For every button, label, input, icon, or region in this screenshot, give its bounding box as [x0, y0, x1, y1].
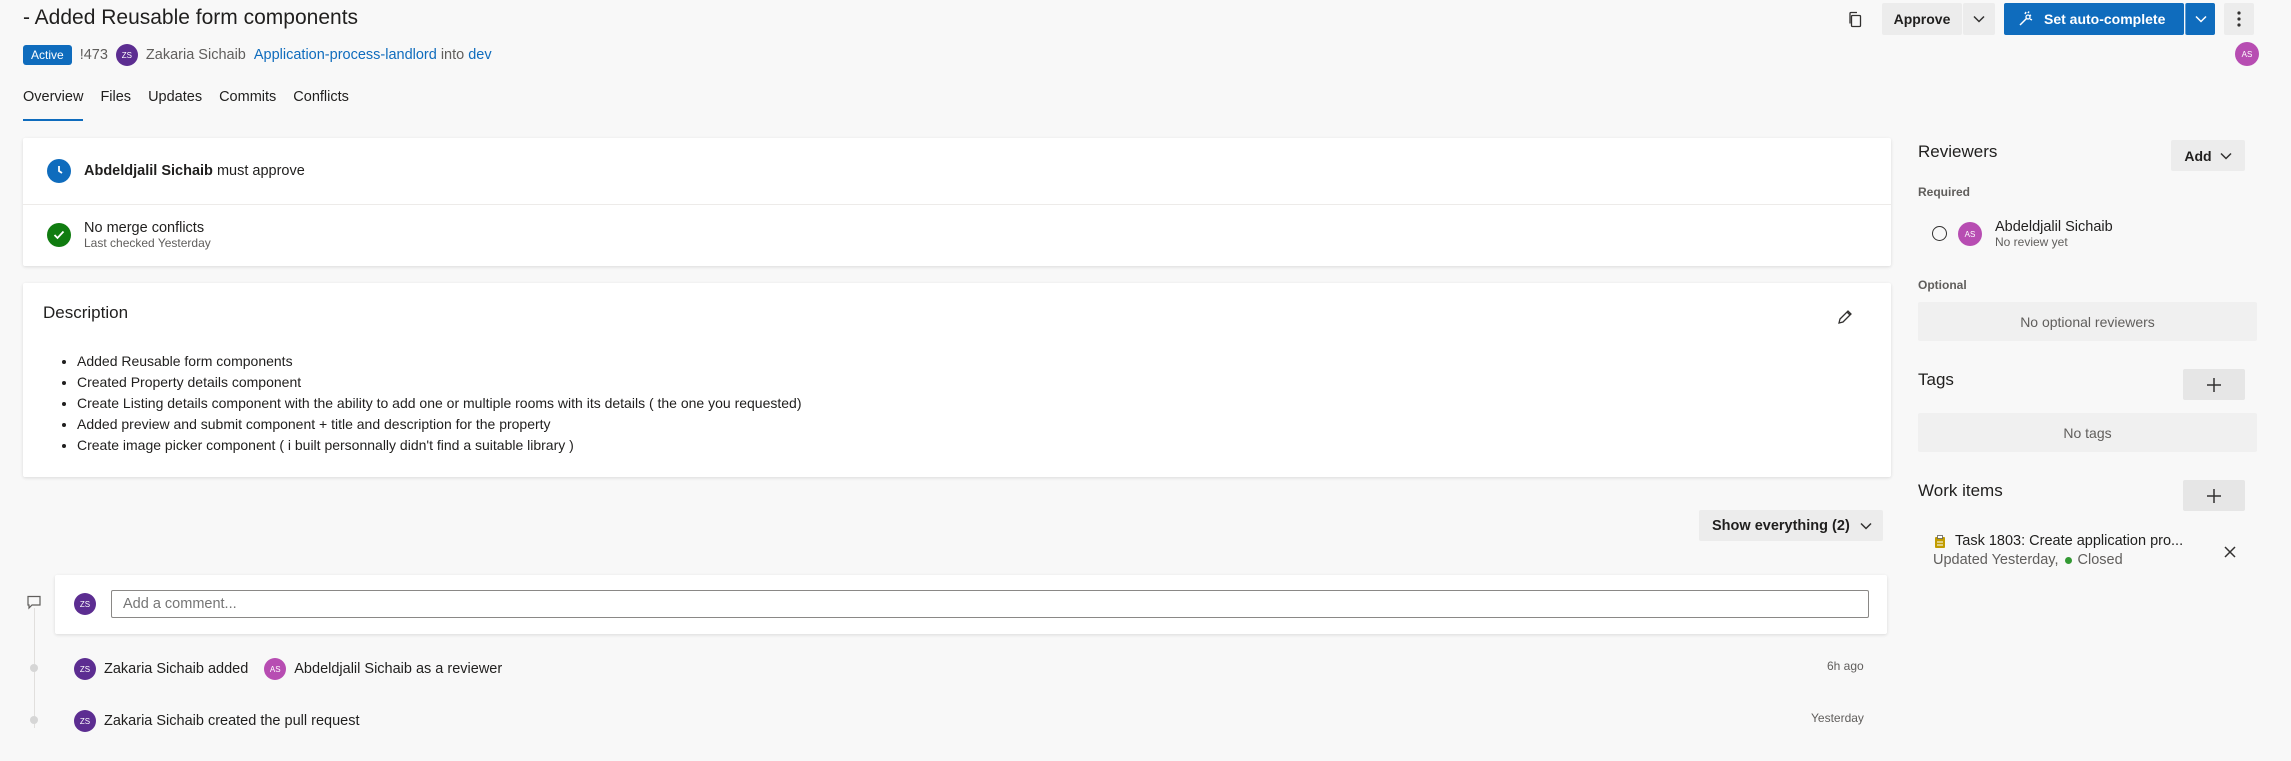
copy-icon[interactable] [1843, 7, 1867, 31]
activity-event: ZS Zakaria Sichaib created the pull requ… [74, 710, 359, 732]
event-time: 6h ago [1827, 659, 1864, 673]
event-text: created the pull request [207, 713, 360, 729]
chevron-down-icon [2220, 152, 2232, 160]
work-item-updated: Updated Yesterday, [1933, 552, 2059, 568]
approve-dropdown-button[interactable] [1963, 3, 1995, 35]
merge-check: No merge conflicts Last checked Yesterda… [47, 220, 211, 250]
approval-check: Abdeldjalil Sichaib must approve [47, 159, 305, 183]
optional-label: Optional [1918, 278, 1967, 292]
timeline-dot [30, 664, 38, 672]
no-tags: No tags [1918, 413, 2257, 452]
reviewer-status: No review yet [1995, 235, 2068, 249]
chevron-down-icon [1860, 522, 1872, 530]
author-avatar[interactable]: ZS [115, 44, 138, 66]
edit-description-button[interactable] [1833, 305, 1857, 329]
comment-card: ZS [55, 575, 1887, 634]
work-items-heading: Work items [1918, 481, 2003, 500]
description-item: Added preview and submit component + tit… [77, 414, 802, 435]
pr-id: !473 [79, 47, 108, 63]
autocomplete-dropdown-button[interactable] [2185, 3, 2215, 35]
set-autocomplete-button[interactable]: Set auto-complete [2004, 3, 2184, 35]
tab-updates[interactable]: Updates [148, 89, 202, 121]
add-tag-button[interactable] [2183, 369, 2245, 400]
target-branch-link[interactable]: dev [468, 47, 491, 63]
state-dot-icon [2064, 556, 2072, 564]
tab-files[interactable]: Files [100, 89, 131, 121]
more-vertical-icon [2237, 11, 2241, 27]
task-icon [1934, 535, 1946, 552]
reviewers-heading: Reviewers [1918, 142, 1998, 161]
description-item: Added Reusable form components [77, 351, 802, 372]
reviewer-entry[interactable]: Abdeldjalil Sichaib No review yet [1995, 219, 2113, 249]
description-card: Description Added Reusable form componen… [23, 283, 1891, 477]
add-work-item-button[interactable] [2183, 480, 2245, 511]
tags-heading: Tags [1918, 370, 1954, 389]
comment-bubble-icon [26, 594, 42, 613]
add-reviewer-button[interactable]: Add [2171, 140, 2245, 171]
source-branch-link[interactable]: Application-process-landlord [254, 47, 437, 63]
chevron-down-icon [2194, 15, 2207, 23]
work-item-title[interactable]: Task 1803: Create application pro... [1955, 533, 2183, 549]
target-avatar: AS [264, 658, 287, 680]
actor-avatar: ZS [74, 710, 96, 732]
status-badge: Active [23, 45, 72, 65]
more-actions-button[interactable] [2224, 3, 2254, 35]
into-text: into [440, 47, 465, 63]
tab-commits[interactable]: Commits [219, 89, 276, 121]
approval-text: must approve [216, 163, 305, 179]
description-heading: Description [43, 303, 129, 322]
event-verb: added [207, 661, 249, 677]
description-list: Added Reusable form components Created P… [55, 351, 802, 456]
review-status-circle-icon [1932, 226, 1947, 241]
page-title: - Added Reusable form components [23, 6, 359, 29]
description-item: Create image picker component ( i built … [77, 435, 802, 456]
comment-input[interactable] [111, 590, 1869, 618]
actor-name: Zakaria Sichaib [104, 713, 204, 729]
author-name[interactable]: Zakaria Sichaib [146, 47, 246, 63]
reviewer-name: Abdeldjalil Sichaib [1995, 219, 2113, 235]
no-optional-reviewers: No optional reviewers [1918, 302, 2257, 341]
tab-overview[interactable]: Overview [23, 89, 84, 121]
tab-bar: Overview Files Updates Commits Conflicts [23, 89, 366, 121]
description-item: Created Property details component [77, 372, 802, 393]
close-icon [2224, 546, 2236, 558]
pencil-icon [1838, 310, 1852, 324]
description-item: Create Listing details component with th… [77, 393, 802, 414]
commenter-avatar: ZS [74, 593, 96, 615]
event-time: Yesterday [1811, 711, 1864, 725]
status-checks-card: Abdeldjalil Sichaib must approve No merg… [23, 138, 1891, 266]
activity-filter-dropdown[interactable]: Show everything (2) [1699, 510, 1883, 541]
clock-icon [47, 159, 71, 183]
activity-event: ZS Zakaria Sichaib added AS Abdeldjalil … [74, 658, 502, 680]
remove-work-item-button[interactable] [2222, 544, 2238, 560]
add-reviewer-label: Add [2184, 147, 2212, 164]
checkmark-icon [47, 223, 71, 247]
approve-button[interactable]: Approve [1882, 3, 1962, 35]
required-label: Required [1918, 185, 1971, 199]
timeline-dot [30, 716, 38, 724]
target-name: Abdeldjalil Sichaib [294, 661, 412, 677]
chevron-down-icon [1973, 15, 1985, 23]
actor-avatar: ZS [74, 658, 96, 680]
pr-meta: Active !473 ZS Zakaria Sichaib Applicati… [23, 44, 492, 66]
work-item-state: Closed [2077, 552, 2123, 568]
merge-status-subtitle: Last checked Yesterday [84, 236, 211, 250]
reviewer-avatar-header[interactable]: AS [2235, 42, 2259, 66]
merge-status-title: No merge conflicts [84, 220, 205, 236]
reviewer-avatar[interactable]: AS [1958, 222, 1982, 246]
autocomplete-icon [2019, 11, 2033, 26]
activity-filter-label: Show everything (2) [1712, 517, 1850, 534]
plus-icon [2207, 377, 2221, 392]
plus-icon [2207, 488, 2221, 503]
required-approver-name: Abdeldjalil Sichaib [84, 163, 213, 179]
tab-conflicts[interactable]: Conflicts [293, 89, 349, 121]
actor-name: Zakaria Sichaib [104, 661, 204, 677]
work-item-meta: Updated Yesterday, Closed [1933, 552, 2123, 568]
event-suffix: as a reviewer [415, 661, 503, 677]
set-autocomplete-label: Set auto-complete [2044, 11, 2166, 27]
